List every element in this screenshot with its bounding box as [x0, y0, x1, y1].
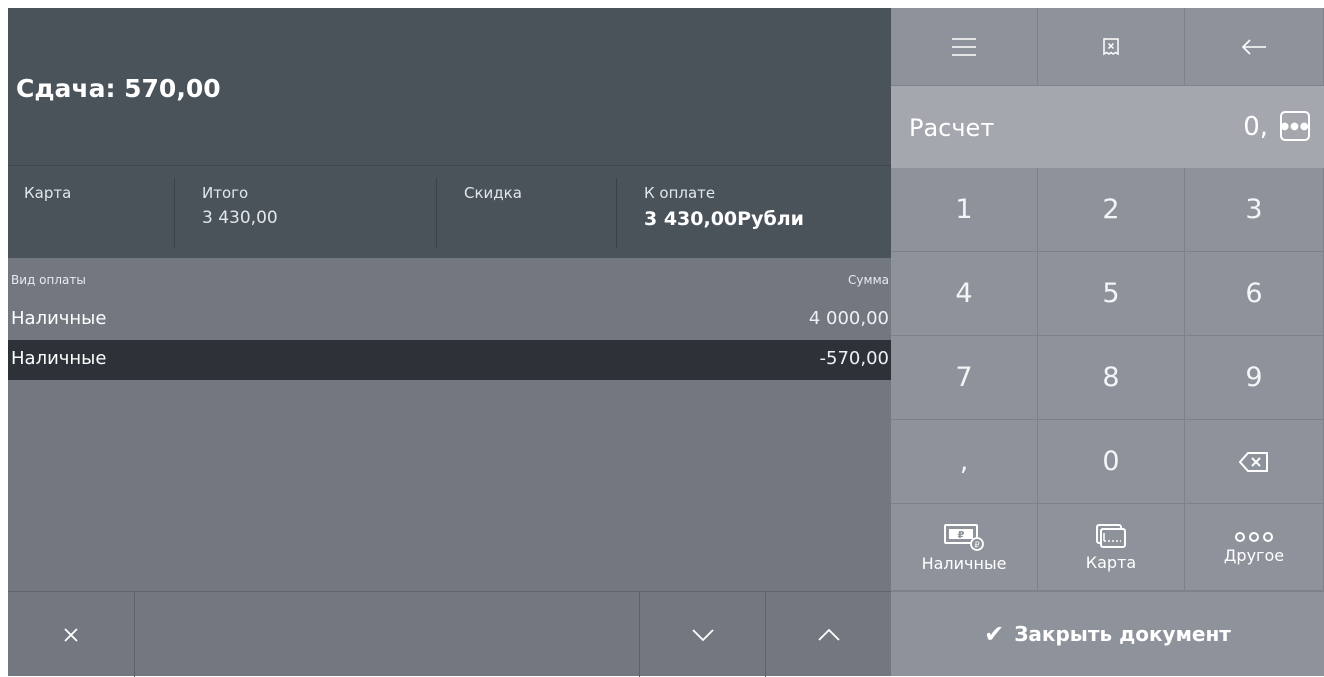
menu-button[interactable]	[891, 8, 1038, 86]
key-7[interactable]: 7	[891, 336, 1038, 420]
to-pay-cell: К оплате 3 430,00Рубли	[628, 166, 888, 259]
checkmark-icon: ✔	[984, 620, 1005, 648]
key-2[interactable]: 2	[1038, 168, 1185, 252]
calculation-value: 0,	[1243, 112, 1268, 142]
cash-payment-button[interactable]: ₽ ₽ Наличные	[891, 504, 1038, 591]
menu-icon	[952, 37, 976, 56]
key-9[interactable]: 9	[1185, 336, 1324, 420]
back-button[interactable]	[1185, 8, 1324, 86]
close-icon	[64, 627, 78, 642]
summary-divider	[616, 178, 617, 248]
summary-divider	[174, 178, 175, 248]
calculation-display: Расчет 0, ●●●	[891, 86, 1324, 168]
to-pay-value: 3 430,00Рубли	[644, 208, 804, 230]
change-amount: Сдача: 570,00	[16, 74, 221, 103]
key-comma[interactable]: ,	[891, 420, 1038, 504]
discount-cell: Скидка	[448, 166, 616, 259]
scroll-up-button[interactable]	[766, 592, 891, 677]
key-3[interactable]: 3	[1185, 168, 1324, 252]
arrow-left-icon	[1241, 38, 1266, 55]
payment-type-cell: Карта	[8, 166, 174, 259]
card-icon	[1096, 523, 1126, 548]
key-0[interactable]: 0	[1038, 420, 1185, 504]
keypad-panel: Расчет 0, ●●● 1 2 3 4 5 6 7 8 9 , 0 ₽ ₽ …	[891, 8, 1324, 676]
svg-text:₽: ₽	[958, 530, 965, 541]
discount-label: Скидка	[464, 184, 522, 202]
other-label: Другое	[1223, 545, 1285, 565]
summary-divider	[436, 178, 437, 248]
payment-type-label: Карта	[24, 184, 72, 202]
backspace-button[interactable]	[1185, 420, 1324, 504]
to-pay-label: К оплате	[644, 184, 716, 202]
close-document-button[interactable]: ✔ Закрыть документ	[891, 591, 1324, 676]
calculation-label: Расчет	[909, 114, 995, 142]
column-header-amount: Сумма	[848, 273, 889, 287]
card-label: Карта	[1085, 552, 1137, 572]
payment-row-type: Наличные	[11, 308, 107, 329]
payment-row-amount: 4 000,00	[808, 308, 889, 329]
payments-table: Вид оплаты Сумма Наличные 4 000,00 Налич…	[8, 258, 891, 591]
table-row[interactable]: Наличные -570,00	[8, 340, 891, 380]
more-options-icon[interactable]: ●●●	[1280, 111, 1310, 141]
remove-payment-button[interactable]	[8, 592, 134, 677]
card-payment-button[interactable]: Карта	[1038, 504, 1185, 591]
cancel-receipt-button[interactable]	[1038, 8, 1185, 86]
cash-label: Наличные	[921, 553, 1007, 573]
table-row[interactable]: Наличные 4 000,00	[8, 300, 891, 340]
chevron-down-icon	[691, 628, 714, 641]
backspace-icon	[1239, 451, 1268, 472]
toolbar-blank-area	[135, 592, 639, 677]
total-value: 3 430,00	[202, 208, 278, 228]
total-label: Итого	[202, 184, 249, 202]
key-8[interactable]: 8	[1038, 336, 1185, 420]
more-dots-icon	[1235, 531, 1273, 542]
payment-row-type: Наличные	[11, 348, 107, 369]
key-6[interactable]: 6	[1185, 252, 1324, 336]
scroll-down-button[interactable]	[640, 592, 765, 677]
other-payment-button[interactable]: Другое	[1185, 504, 1324, 591]
receipt-cancel-icon	[1103, 37, 1119, 55]
payment-row-amount: -570,00	[819, 348, 889, 369]
close-document-label: Закрыть документ	[1014, 622, 1231, 646]
key-4[interactable]: 4	[891, 252, 1038, 336]
key-1[interactable]: 1	[891, 168, 1038, 252]
svg-text:₽: ₽	[974, 540, 979, 549]
cash-icon: ₽ ₽	[944, 523, 984, 551]
bottom-toolbar	[8, 591, 891, 677]
totals-summary: Карта Итого 3 430,00 Скидка К оплате 3 4…	[8, 165, 891, 258]
total-cell: Итого 3 430,00	[186, 166, 436, 259]
column-header-type: Вид оплаты	[11, 273, 86, 287]
key-5[interactable]: 5	[1038, 252, 1185, 336]
chevron-up-icon	[817, 628, 840, 641]
